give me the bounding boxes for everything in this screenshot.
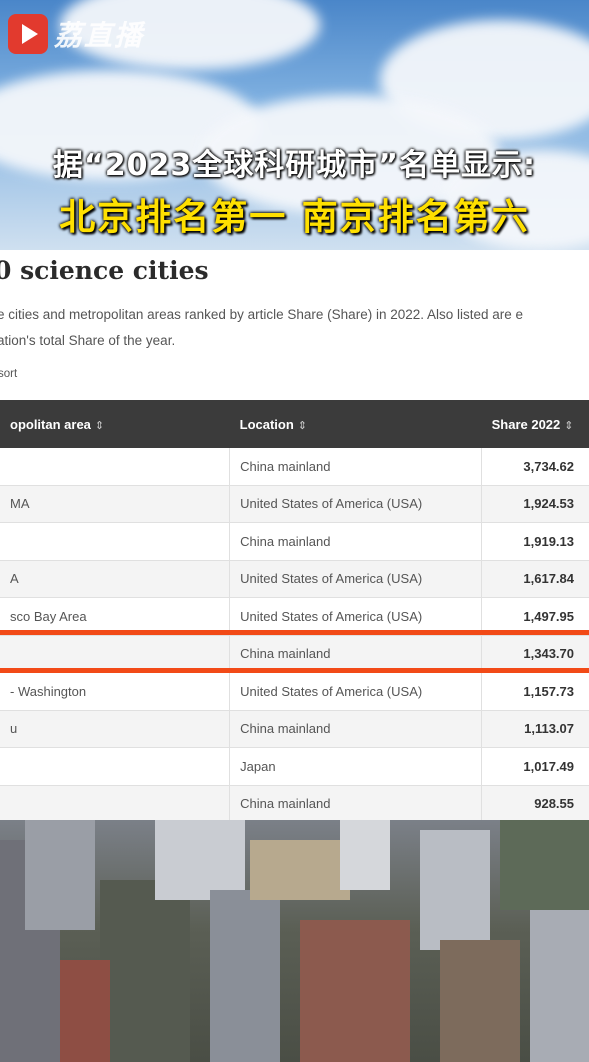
table-row: Japan 1,017.49: [0, 747, 589, 786]
article-screenshot: 0 science cities e cities and metropolit…: [0, 250, 589, 820]
sort-icon: ⇕: [564, 419, 574, 432]
brand-logo: 荔直播: [8, 14, 144, 54]
area-cell: [0, 785, 231, 820]
description-line-1: e cities and metropolitan areas ranked b…: [0, 307, 524, 322]
highlight-line-top: [0, 630, 589, 635]
column-header-area[interactable]: opolitan area ⇕: [0, 400, 230, 448]
share-cell: 1,157.73: [481, 672, 589, 711]
share-cell: 1,924.53: [481, 485, 589, 523]
location-cell: China mainland: [229, 448, 483, 486]
location-cell: China mainland: [229, 785, 483, 820]
area-cell: u: [0, 710, 231, 748]
city-aerial-background: [0, 820, 589, 1062]
area-cell: [0, 448, 231, 486]
table-row-highlighted: China mainland 1,343.70: [0, 635, 589, 673]
location-cell: China mainland: [229, 710, 483, 748]
area-cell: [0, 747, 231, 786]
area-cell: [0, 635, 231, 673]
location-cell: United States of America (USA): [229, 485, 483, 523]
area-cell: MA: [0, 485, 231, 523]
location-cell: United States of America (USA): [229, 560, 483, 598]
location-cell: United States of America (USA): [229, 672, 483, 711]
share-cell: 1,343.70: [481, 635, 589, 673]
area-cell: A: [0, 560, 231, 598]
table-row: u China mainland 1,113.07: [0, 710, 589, 748]
location-cell: China mainland: [229, 635, 483, 673]
brand-name: 荔直播: [54, 19, 145, 52]
table-row: A United States of America (USA) 1,617.84: [0, 560, 589, 598]
column-header-location[interactable]: Location ⇕: [229, 400, 482, 448]
article-title: 0 science cities: [0, 256, 209, 285]
sort-note: sort: [0, 368, 18, 380]
location-cell: Japan: [229, 747, 483, 786]
description-line-2: ation's total Share of the year.: [0, 333, 176, 348]
highlight-line-bottom: [0, 668, 589, 673]
share-cell: 1,113.07: [481, 710, 589, 748]
ranking-table: opolitan area ⇕ Location ⇕ Share 2022 ⇕ Chi…: [0, 400, 589, 820]
table-row: China mainland 928.55: [0, 785, 589, 820]
share-cell: 3,734.62: [481, 448, 589, 486]
share-cell: 1,919.13: [481, 522, 589, 561]
headline-line-2: 北京排名第一 南京排名第六: [59, 197, 530, 238]
table-row: China mainland 1,919.13: [0, 522, 589, 561]
play-icon: [8, 14, 48, 54]
area-cell: - Washington: [0, 672, 231, 711]
area-cell: [0, 522, 231, 561]
table-header-row: opolitan area ⇕ Location ⇕ Share 2022 ⇕: [0, 400, 589, 448]
location-cell: China mainland: [229, 522, 483, 561]
share-cell: 1,017.49: [481, 747, 589, 786]
share-cell: 928.55: [481, 785, 589, 820]
table-row: - Washington United States of America (US…: [0, 672, 589, 711]
sort-icon: ⇕: [94, 419, 105, 432]
table-row: MA United States of America (USA) 1,924.53: [0, 485, 589, 523]
column-header-share[interactable]: Share 2022 ⇕: [481, 400, 589, 448]
headline-line-1: 据“2023全球科研城市”名单显示:: [53, 148, 536, 183]
table-row: China mainland 3,734.62: [0, 448, 589, 486]
share-cell: 1,617.84: [481, 560, 589, 598]
sort-icon: ⇕: [297, 419, 308, 432]
article-description: e cities and metropolitan areas ranked b…: [0, 302, 523, 354]
